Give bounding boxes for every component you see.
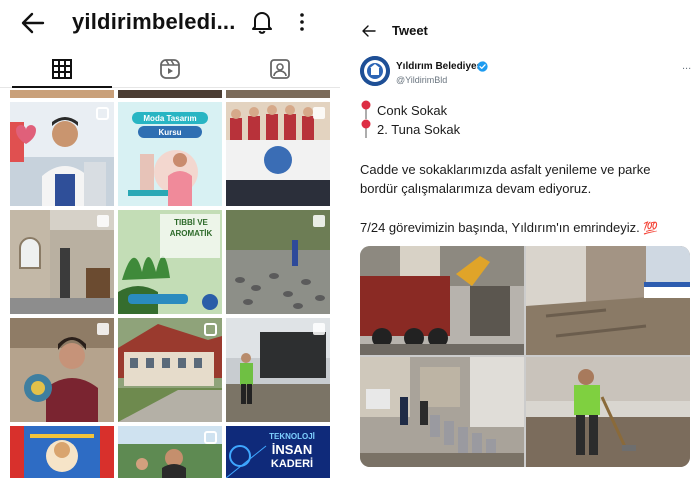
hundred-points-icon: 💯 — [643, 221, 659, 235]
post-tile[interactable] — [226, 318, 330, 422]
round-pushpin-icon — [361, 100, 371, 119]
post-tile[interactable]: Moda Tasarım Kursu — [118, 102, 222, 206]
multi-post-icon — [313, 323, 325, 335]
tweet-photo[interactable] — [526, 357, 690, 467]
multi-post-icon — [97, 215, 109, 227]
photo-image — [526, 357, 690, 467]
tile-sublabel: AROMATİK — [169, 229, 213, 238]
tile-sublabel: İNSAN — [271, 442, 313, 457]
tweet-line: bordür çalışmalarımıza devam ediyoruz. — [360, 181, 592, 196]
tweet-line: 7/24 görevimizin başında, Yıldırım'ın em… — [360, 220, 658, 235]
post-tile[interactable] — [226, 210, 330, 314]
post-image — [10, 426, 114, 478]
post-tile[interactable] — [10, 318, 114, 422]
instagram-header: yildirimbeledi... — [0, 0, 340, 46]
post-tile[interactable] — [118, 426, 222, 478]
more-options-icon[interactable]: ... — [682, 60, 691, 72]
multi-post-icon — [313, 107, 325, 119]
post-tile[interactable] — [10, 102, 114, 206]
back-arrow-icon[interactable] — [20, 10, 46, 36]
reel-badge-icon — [204, 431, 217, 444]
post-tile[interactable]: TIBBİ VE AROMATİK — [118, 210, 222, 314]
profile-tabs — [0, 50, 340, 88]
municipality-logo-icon — [360, 56, 390, 86]
author-handle[interactable]: @YildirimBld — [396, 75, 447, 85]
post-tile[interactable] — [226, 90, 330, 98]
tweet-line: 2. Tuna Sokak — [377, 122, 461, 137]
tile-label: TEKNOLOJİ — [269, 432, 315, 441]
tile-extra-label: KADERİ — [270, 458, 314, 470]
tagged-icon[interactable] — [268, 57, 292, 81]
tile-sublabel: Kursu — [158, 128, 182, 137]
post-tile[interactable] — [226, 102, 330, 206]
round-pushpin-icon — [361, 119, 371, 138]
grid-icon[interactable] — [50, 57, 74, 81]
tweet-photo[interactable] — [360, 246, 524, 355]
reels-icon[interactable] — [158, 57, 182, 81]
post-tile[interactable] — [10, 210, 114, 314]
multi-post-icon — [313, 215, 325, 227]
active-tab-indicator — [12, 86, 112, 88]
tile-label: Moda Tasarım — [143, 114, 197, 123]
back-arrow-icon[interactable] — [362, 25, 376, 37]
profile-username: yildirimbeledi... — [72, 9, 236, 34]
post-grid: Moda Tasarım Kursu TIBBİ VE AROMATİK TEK… — [10, 90, 330, 478]
reel-badge-icon — [96, 107, 109, 120]
tweet-panel: Tweet Yıldırım Belediyesi @YildirimBld .… — [350, 0, 695, 478]
post-tile[interactable]: TEKNOLOJİ İNSAN KADERİ — [226, 426, 330, 478]
photo-image — [360, 357, 524, 467]
post-tile[interactable] — [118, 318, 222, 422]
tweet-line: Cadde ve sokaklarımızda asfalt yenileme … — [360, 162, 651, 177]
tweet-line-text: 7/24 görevimizin başında, Yıldırım'ın em… — [360, 220, 640, 235]
tweet-photo[interactable] — [526, 246, 690, 355]
photo-image — [526, 246, 690, 355]
tile-label: TIBBİ VE — [174, 218, 208, 227]
tweet-photo[interactable] — [360, 357, 524, 467]
photo-image — [360, 246, 524, 355]
more-vertical-icon[interactable] — [296, 11, 308, 33]
post-tile[interactable] — [10, 426, 114, 478]
author-name[interactable]: Yıldırım Belediyesi — [396, 61, 485, 72]
tweet-line: Conk Sokak — [377, 103, 448, 118]
verified-badge-icon — [477, 61, 488, 72]
post-tile[interactable] — [118, 90, 222, 98]
multi-post-icon — [97, 323, 109, 335]
bell-icon[interactable] — [250, 9, 274, 35]
post-tile[interactable] — [10, 90, 114, 98]
reel-badge-icon — [204, 323, 217, 336]
tweet-media-grid[interactable] — [360, 246, 690, 467]
instagram-profile-panel: yildirimbeledi... Moda Tasarım Kursu TIB… — [0, 0, 340, 478]
page-title: Tweet — [392, 23, 428, 38]
avatar[interactable] — [360, 56, 390, 86]
